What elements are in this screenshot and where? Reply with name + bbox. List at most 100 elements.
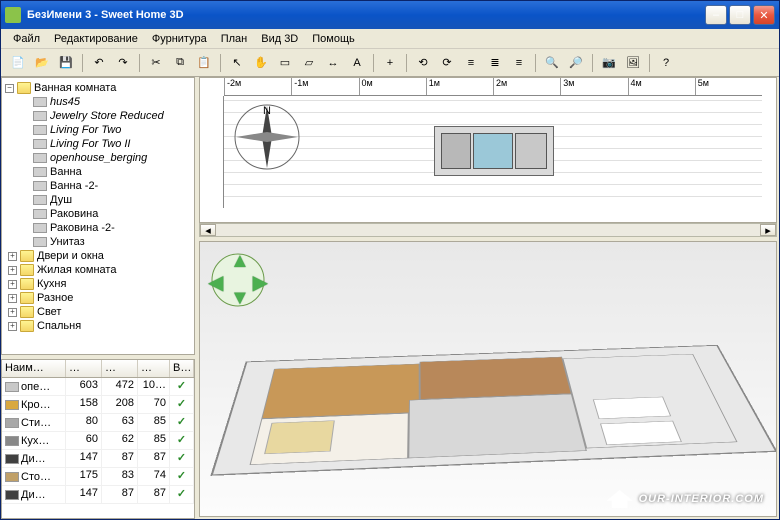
- minimize-button[interactable]: –: [705, 5, 727, 25]
- table-row[interactable]: Ди…1478787✓: [2, 450, 194, 468]
- tree-item[interactable]: Душ: [50, 194, 72, 206]
- nav-left-icon[interactable]: ◀: [208, 270, 223, 295]
- nav-down-icon[interactable]: ▼: [230, 287, 250, 310]
- tree-folder[interactable]: Разное: [37, 292, 73, 304]
- menu-edit[interactable]: Редактирование: [48, 31, 144, 46]
- menu-file[interactable]: Файл: [7, 31, 46, 46]
- row-val: 158: [66, 396, 102, 413]
- catalog-panel: − Ванная комната hus45 Jewelry Store Reduce…: [1, 77, 197, 519]
- undo-button[interactable]: ↶: [88, 52, 110, 74]
- catalog-tree[interactable]: − Ванная комната hus45 Jewelry Store Reduce…: [1, 77, 195, 355]
- close-button[interactable]: ✕: [753, 5, 775, 25]
- select-button[interactable]: ↖: [226, 52, 248, 74]
- visible-check[interactable]: ✓: [170, 486, 194, 503]
- tree-item[interactable]: Jewelry Store Reduced: [50, 110, 164, 122]
- tree-item[interactable]: Living For Two: [50, 124, 121, 136]
- table-row[interactable]: опе…60347210…✓: [2, 378, 194, 396]
- tree-item[interactable]: Раковина -2-: [50, 222, 115, 234]
- maximize-button[interactable]: □: [729, 5, 751, 25]
- add-furn-button[interactable]: +: [379, 52, 401, 74]
- screenshot-button[interactable]: 📷: [598, 52, 620, 74]
- table-row[interactable]: Кух…606285✓: [2, 432, 194, 450]
- row-name: Кро…: [21, 399, 51, 411]
- help-button[interactable]: ?: [655, 52, 677, 74]
- tree-item[interactable]: Раковина: [50, 208, 98, 220]
- plan-view[interactable]: -2м-1м0м1м2м3м4м5м N: [199, 77, 777, 223]
- col-header[interactable]: …: [138, 360, 170, 377]
- copy-button[interactable]: ⧉: [169, 52, 191, 74]
- wall-button[interactable]: ▭: [274, 52, 296, 74]
- view-3d[interactable]: ▲ ▼ ◀ ▶ OUR-INTERIOR.COM: [199, 241, 777, 517]
- col-header[interactable]: …: [66, 360, 102, 377]
- table-row[interactable]: Ди…1478787✓: [2, 486, 194, 504]
- align-top-button[interactable]: ≡: [508, 52, 530, 74]
- new-button[interactable]: 📄: [7, 52, 29, 74]
- visible-check[interactable]: ✓: [170, 414, 194, 431]
- nav-up-icon[interactable]: ▲: [230, 250, 250, 273]
- tree-root-label[interactable]: Ванная комната: [34, 82, 116, 94]
- cut-button[interactable]: ✂: [145, 52, 167, 74]
- table-row[interactable]: Кро…15820870✓: [2, 396, 194, 414]
- furniture-table: Наим…………В… опе…60347210…✓Кро…15820870✓Ст…: [1, 359, 195, 519]
- menu-view3d[interactable]: Вид 3D: [255, 31, 304, 46]
- menu-furniture[interactable]: Фурнитура: [146, 31, 213, 46]
- align-right-button[interactable]: ≣: [484, 52, 506, 74]
- tree-item[interactable]: Унитаз: [50, 236, 85, 248]
- table-row[interactable]: Сти…806385✓: [2, 414, 194, 432]
- visible-check[interactable]: ✓: [170, 450, 194, 467]
- expand-icon[interactable]: +: [8, 294, 17, 303]
- collapse-icon[interactable]: −: [5, 84, 14, 93]
- menu-help[interactable]: Помощь: [306, 31, 361, 46]
- col-header[interactable]: В…: [170, 360, 194, 377]
- save-button[interactable]: 💾: [55, 52, 77, 74]
- pan-button[interactable]: ✋: [250, 52, 272, 74]
- scroll-right-icon[interactable]: ▸: [760, 224, 776, 236]
- expand-icon[interactable]: +: [8, 266, 17, 275]
- expand-icon[interactable]: +: [8, 280, 17, 289]
- compass-icon[interactable]: N: [232, 102, 302, 172]
- scroll-left-icon[interactable]: ◂: [200, 224, 216, 236]
- furniture-icon: [33, 139, 47, 149]
- nav-pad[interactable]: ▲ ▼ ◀ ▶: [210, 252, 266, 308]
- dim-button[interactable]: ↔: [322, 52, 344, 74]
- tree-item[interactable]: Ванна: [50, 166, 82, 178]
- tree-folder[interactable]: Спальня: [37, 320, 81, 332]
- nav-right-icon[interactable]: ▶: [253, 270, 268, 295]
- rotate-right-button[interactable]: ⟳: [436, 52, 458, 74]
- tree-folder[interactable]: Кухня: [37, 278, 66, 290]
- align-left-button[interactable]: ≡: [460, 52, 482, 74]
- tree-item[interactable]: hus45: [50, 96, 80, 108]
- furniture-icon: [33, 153, 47, 163]
- visible-check[interactable]: ✓: [170, 378, 194, 395]
- visible-check[interactable]: ✓: [170, 396, 194, 413]
- tree-item[interactable]: Living For Two II: [50, 138, 131, 150]
- open-button[interactable]: 📂: [31, 52, 53, 74]
- col-header[interactable]: …: [102, 360, 138, 377]
- photo-button[interactable]: 🖼: [622, 52, 644, 74]
- row-val: 147: [66, 450, 102, 467]
- rotate-left-button[interactable]: ⟲: [412, 52, 434, 74]
- zoom-in-button[interactable]: 🔍: [541, 52, 563, 74]
- tree-item[interactable]: openhouse_berging: [50, 152, 147, 164]
- table-row[interactable]: Сто…1758374✓: [2, 468, 194, 486]
- expand-icon[interactable]: +: [8, 322, 17, 331]
- tree-item[interactable]: Ванна -2-: [50, 180, 98, 192]
- ruler-tick: 3м: [560, 78, 627, 95]
- room-button[interactable]: ▱: [298, 52, 320, 74]
- expand-icon[interactable]: +: [8, 252, 17, 261]
- col-header[interactable]: Наим…: [2, 360, 66, 377]
- tree-folder[interactable]: Жилая комната: [37, 264, 116, 276]
- row-icon: [5, 454, 19, 464]
- plan-canvas[interactable]: N: [224, 96, 762, 208]
- paste-button[interactable]: 📋: [193, 52, 215, 74]
- tree-folder[interactable]: Двери и окна: [37, 250, 104, 262]
- visible-check[interactable]: ✓: [170, 468, 194, 485]
- tree-folder[interactable]: Свет: [37, 306, 61, 318]
- menu-plan[interactable]: План: [215, 31, 254, 46]
- redo-button[interactable]: ↷: [112, 52, 134, 74]
- zoom-out-button[interactable]: 🔎: [565, 52, 587, 74]
- plan-scrollbar[interactable]: ◂ ▸: [199, 223, 777, 237]
- text-button[interactable]: A: [346, 52, 368, 74]
- visible-check[interactable]: ✓: [170, 432, 194, 449]
- expand-icon[interactable]: +: [8, 308, 17, 317]
